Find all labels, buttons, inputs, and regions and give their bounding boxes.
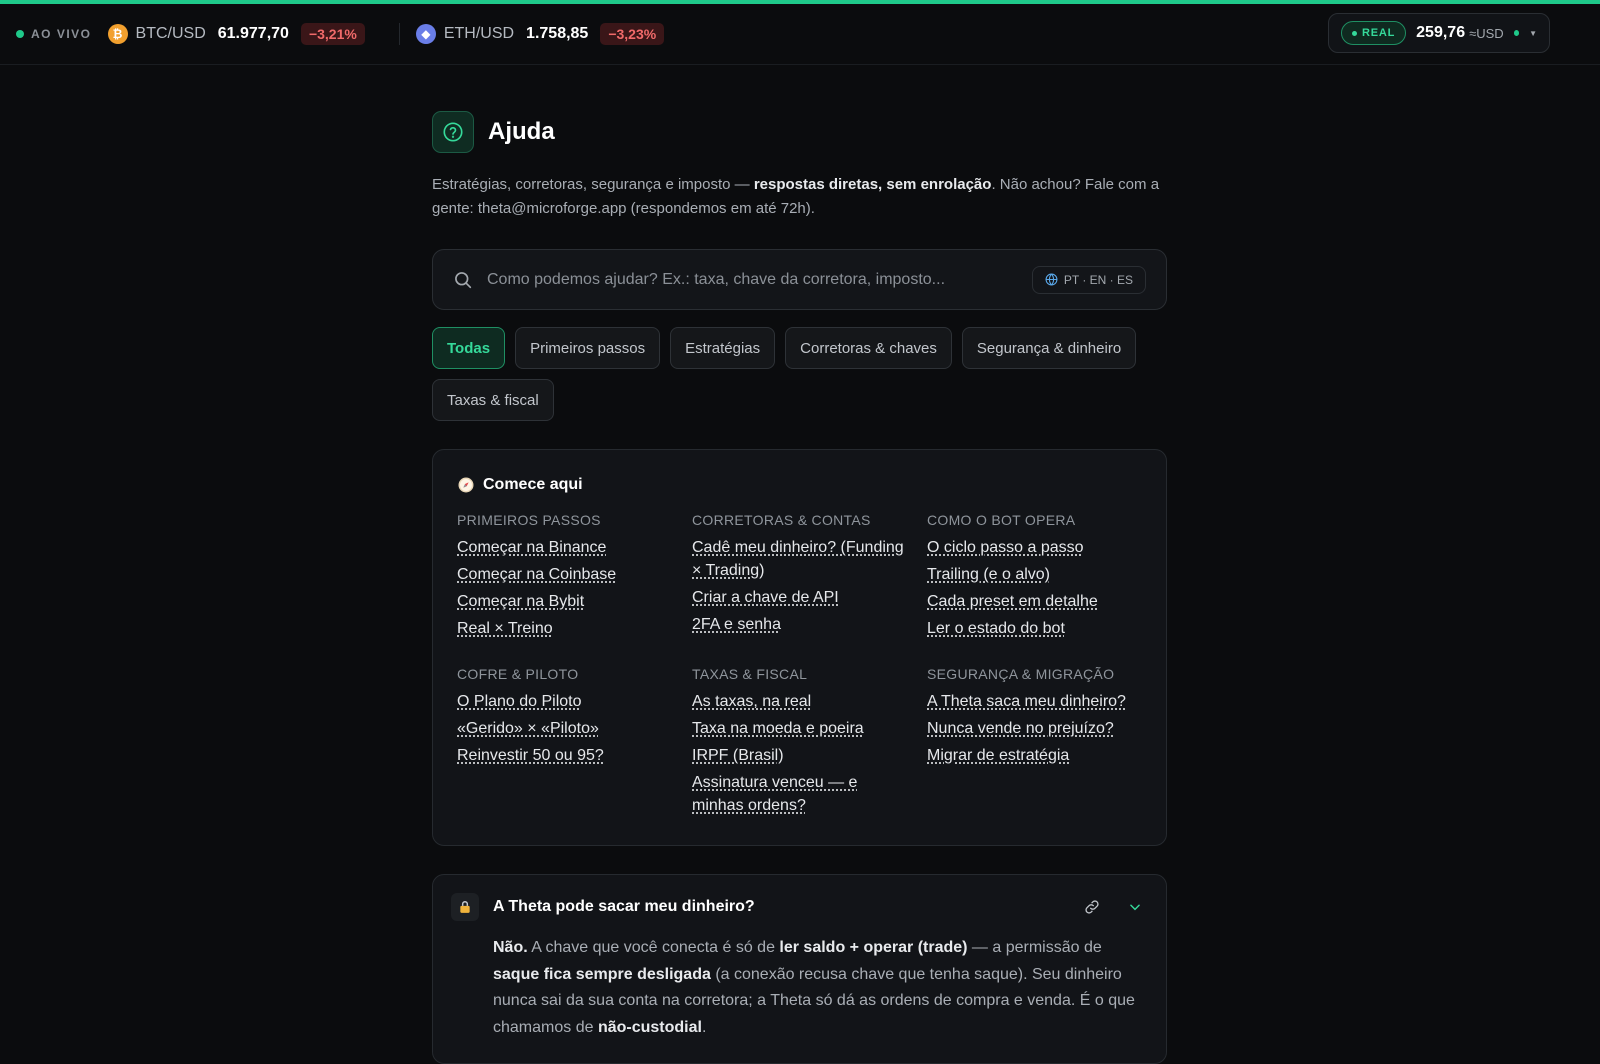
filter-primeiros-passos[interactable]: Primeiros passos — [515, 327, 660, 369]
help-link[interactable]: Trailing (e o alvo) — [927, 563, 1147, 586]
language-selector[interactable]: PT · EN · ES — [1032, 266, 1146, 294]
pair-change-badge: −3,23% — [600, 23, 664, 45]
help-link[interactable]: Começar na Binance — [457, 536, 677, 559]
account-selector[interactable]: REAL 259,76 ≈USD ▼ — [1328, 13, 1550, 53]
pair-name: BTC/USD — [136, 25, 206, 43]
help-link[interactable]: Assinatura venceu — e minhas ordens? — [692, 771, 912, 817]
help-link[interactable]: Reinvestir 50 ou 95? — [457, 744, 677, 767]
compass-icon — [457, 476, 475, 494]
lock-icon — [451, 893, 479, 921]
search-icon — [453, 270, 473, 290]
start-here-panel: Comece aqui PRIMEIROS PASSOS Começar na … — [432, 449, 1167, 846]
group-heading: TAXAS & FISCAL — [692, 666, 927, 682]
account-balance: 259,76 — [1416, 24, 1465, 42]
link-group-seguranca-migracao: SEGURANÇA & MIGRAÇÃO A Theta saca meu di… — [927, 666, 1162, 821]
faq-item: A Theta pode sacar meu dinheiro? Não. A … — [432, 874, 1167, 1064]
filter-corretoras-chaves[interactable]: Corretoras & chaves — [785, 327, 952, 369]
category-filters: Todas Primeiros passos Estratégias Corre… — [432, 327, 1167, 421]
help-link[interactable]: Taxa na moeda e poeira — [692, 717, 912, 740]
link-icon[interactable] — [1084, 899, 1100, 915]
account-mode-label: REAL — [1362, 27, 1395, 39]
account-balance-unit: ≈USD — [1469, 26, 1504, 41]
filter-todas[interactable]: Todas — [432, 327, 505, 369]
mode-dot-icon — [1352, 31, 1357, 36]
filter-taxas-fiscal[interactable]: Taxas & fiscal — [432, 379, 554, 421]
group-heading: COFRE & PILOTO — [457, 666, 692, 682]
help-link[interactable]: Nunca vende no prejuízo? — [927, 717, 1147, 740]
link-group-cofre-piloto: COFRE & PILOTO O Plano do Piloto «Gerido… — [457, 666, 692, 821]
help-link[interactable]: Ler o estado do bot — [927, 617, 1147, 640]
group-heading: CORRETORAS & CONTAS — [692, 512, 927, 528]
search-input[interactable] — [487, 271, 1032, 289]
chevron-down-icon[interactable] — [1128, 900, 1142, 914]
ticker-pair-eth[interactable]: ◆ ETH/USD 1.758,85 −3,23% — [416, 23, 664, 45]
link-group-taxas-fiscal: TAXAS & FISCAL As taxas, na real Taxa na… — [692, 666, 927, 821]
help-link[interactable]: Começar na Coinbase — [457, 563, 677, 586]
help-link[interactable]: «Gerido» × «Piloto» — [457, 717, 677, 740]
pair-price: 1.758,85 — [526, 25, 588, 43]
help-page: Ajuda Estratégias, corretoras, segurança… — [432, 65, 1167, 1064]
ethereum-icon: ◆ — [416, 24, 436, 44]
live-label: AO VIVO — [31, 27, 92, 41]
account-mode-badge: REAL — [1341, 21, 1406, 45]
bitcoin-icon: ₿ — [108, 24, 128, 44]
start-here-grid: PRIMEIROS PASSOS Começar na Binance Come… — [457, 512, 1142, 821]
help-link[interactable]: As taxas, na real — [692, 690, 912, 713]
language-options: PT · EN · ES — [1064, 273, 1133, 287]
intro-text: Estratégias, corretoras, segurança e imp… — [432, 176, 754, 193]
help-link[interactable]: Começar na Bybit — [457, 590, 677, 613]
ticker-pair-btc[interactable]: ₿ BTC/USD 61.977,70 −3,21% — [108, 23, 365, 45]
help-link[interactable]: IRPF (Brasil) — [692, 744, 912, 767]
page-intro: Estratégias, corretoras, segurança e imp… — [432, 173, 1167, 221]
help-link[interactable]: Criar a chave de API — [692, 586, 912, 609]
faq-question: A Theta pode sacar meu dinheiro? — [493, 898, 1084, 916]
filter-seguranca-dinheiro[interactable]: Segurança & dinheiro — [962, 327, 1136, 369]
pair-change-badge: −3,21% — [301, 23, 365, 45]
globe-icon — [1045, 273, 1058, 286]
intro-bold-text: respostas diretas, sem enrolação — [754, 176, 992, 193]
help-circle-icon — [432, 111, 474, 153]
link-group-como-o-bot-opera: COMO O BOT OPERA O ciclo passo a passo T… — [927, 512, 1162, 644]
help-link[interactable]: A Theta saca meu dinheiro? — [927, 690, 1147, 713]
help-link[interactable]: Cada preset em detalhe — [927, 590, 1147, 613]
faq-answer: Não. A chave que você conecta é só de le… — [493, 935, 1142, 1041]
live-indicator: AO VIVO — [16, 27, 92, 41]
help-link[interactable]: O Plano do Piloto — [457, 690, 677, 713]
faq-header[interactable]: A Theta pode sacar meu dinheiro? — [451, 893, 1142, 921]
help-link[interactable]: O ciclo passo a passo — [927, 536, 1147, 559]
filter-estrategias[interactable]: Estratégias — [670, 327, 775, 369]
ticker-divider — [399, 23, 400, 45]
start-here-title: Comece aqui — [483, 476, 583, 494]
help-link[interactable]: Migrar de estratégia — [927, 744, 1147, 767]
page-header: Ajuda — [432, 111, 1167, 153]
answer-bold: ler saldo + operar (trade) — [779, 939, 967, 956]
help-link[interactable]: 2FA e senha — [692, 613, 912, 636]
link-group-corretoras-contas: CORRETORAS & CONTAS Cadê meu dinheiro? (… — [692, 512, 927, 644]
connection-status-icon — [1514, 30, 1519, 36]
pair-price: 61.977,70 — [218, 25, 289, 43]
answer-text: — a permissão de — [967, 939, 1101, 956]
answer-text: . — [702, 1019, 706, 1036]
search-box: PT · EN · ES — [432, 249, 1167, 310]
group-heading: COMO O BOT OPERA — [927, 512, 1162, 528]
live-dot-icon — [16, 30, 24, 38]
answer-bold: Não. — [493, 939, 528, 956]
link-group-primeiros-passos: PRIMEIROS PASSOS Começar na Binance Come… — [457, 512, 692, 644]
group-heading: PRIMEIROS PASSOS — [457, 512, 692, 528]
group-heading: SEGURANÇA & MIGRAÇÃO — [927, 666, 1162, 682]
help-link[interactable]: Cadê meu dinheiro? (Funding × Trading) — [692, 536, 912, 582]
answer-bold: saque fica sempre desligada — [493, 966, 711, 983]
answer-text: A chave que você conecta é só de — [528, 939, 780, 956]
answer-bold: não-custodial — [598, 1019, 702, 1036]
page-title: Ajuda — [488, 118, 555, 146]
start-here-header: Comece aqui — [457, 476, 1142, 494]
pair-name: ETH/USD — [444, 25, 514, 43]
caret-down-icon: ▼ — [1529, 29, 1537, 38]
help-link[interactable]: Real × Treino — [457, 617, 677, 640]
